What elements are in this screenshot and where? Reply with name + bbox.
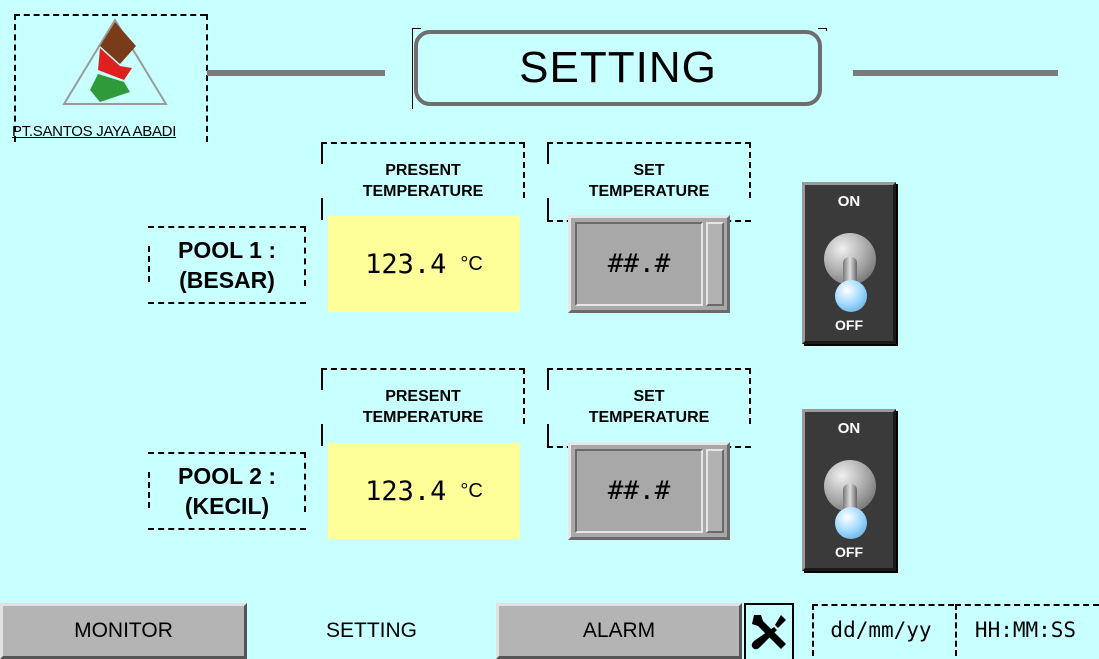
header-rule-right — [853, 70, 1058, 76]
pool-1-switch-on-label: ON — [837, 193, 861, 210]
set-label-line2: TEMPERATURE — [588, 183, 710, 200]
company-name: PT.SANTOS JAYA ABADI — [12, 123, 177, 140]
pool-2-set-spinner[interactable] — [706, 449, 724, 533]
pool-2-power-switch[interactable]: ON OFF — [802, 409, 896, 571]
pool-2-unit: °C — [460, 479, 483, 502]
header-rule-left — [207, 70, 385, 76]
toggle-knob-icon — [835, 507, 867, 539]
pool-2-label: POOL 2 : (KECIL) — [148, 452, 306, 530]
pool-1-set-value: ##.# — [607, 249, 671, 279]
present-label-line2: TEMPERATURE — [362, 183, 484, 200]
title-corner-right — [818, 28, 827, 31]
pool-1-switch-off-label: OFF — [835, 317, 863, 333]
pool-2-present-header: PRESENT TEMPERATURE — [321, 368, 525, 446]
setting-button-label: SETTING — [325, 619, 417, 642]
present-label-line1: PRESENT — [385, 162, 461, 179]
monitor-button[interactable]: MONITOR — [0, 603, 247, 659]
company-logo — [62, 18, 168, 105]
pool-2-name: POOL 2 : — [178, 463, 276, 489]
monitor-button-label: MONITOR — [74, 619, 173, 642]
pool-2-set-temperature-input[interactable]: ##.# — [568, 442, 730, 540]
pool-1-present-value: 123.4 — [365, 248, 447, 280]
pool-1-type: (BESAR) — [179, 267, 275, 293]
pool-1-present-header: PRESENT TEMPERATURE — [321, 142, 525, 220]
set-label-line1: SET — [633, 162, 665, 179]
pool-1-set-spinner[interactable] — [706, 222, 724, 306]
pool-1-present-temperature: 123.4 °C — [328, 216, 520, 312]
pool-1-set-temperature-input[interactable]: ##.# — [568, 215, 730, 313]
pool-1-name: POOL 1 : — [178, 237, 276, 263]
pool-2-present-temperature: 123.4 °C — [328, 443, 520, 539]
alarm-button[interactable]: ALARM — [496, 603, 742, 659]
pool-2-set-value: ##.# — [607, 476, 671, 506]
tools-button[interactable] — [744, 603, 794, 659]
pool-2-switch-off-label: OFF — [835, 544, 863, 560]
pool-2-type: (KECIL) — [184, 493, 270, 519]
setting-button[interactable]: SETTING — [247, 603, 496, 659]
toggle-knob-icon — [835, 280, 867, 312]
pool-1-set-header: SET TEMPERATURE — [547, 142, 751, 222]
alarm-button-label: ALARM — [582, 619, 656, 642]
pool-1-unit: °C — [460, 252, 483, 275]
page-title-frame: SETTING — [414, 30, 822, 106]
present-label-line1: PRESENT — [385, 388, 461, 405]
pool-2-switch-on-label: ON — [837, 420, 861, 437]
tools-icon — [751, 615, 786, 650]
pool-1-set-value-field[interactable]: ##.# — [575, 222, 703, 306]
pool-2-present-value: 123.4 — [365, 475, 447, 507]
pool-1-power-switch[interactable]: ON OFF — [802, 182, 896, 344]
pool-1-label: POOL 1 : (BESAR) — [148, 226, 306, 304]
set-label-line1: SET — [633, 388, 665, 405]
set-label-line2: TEMPERATURE — [588, 409, 710, 426]
date-frame — [812, 604, 954, 656]
pool-2-set-header: SET TEMPERATURE — [547, 368, 751, 448]
time-frame — [955, 604, 1099, 656]
present-label-line2: TEMPERATURE — [362, 409, 484, 426]
pool-2-set-value-field[interactable]: ##.# — [575, 449, 703, 533]
page-title: SETTING — [519, 43, 717, 92]
